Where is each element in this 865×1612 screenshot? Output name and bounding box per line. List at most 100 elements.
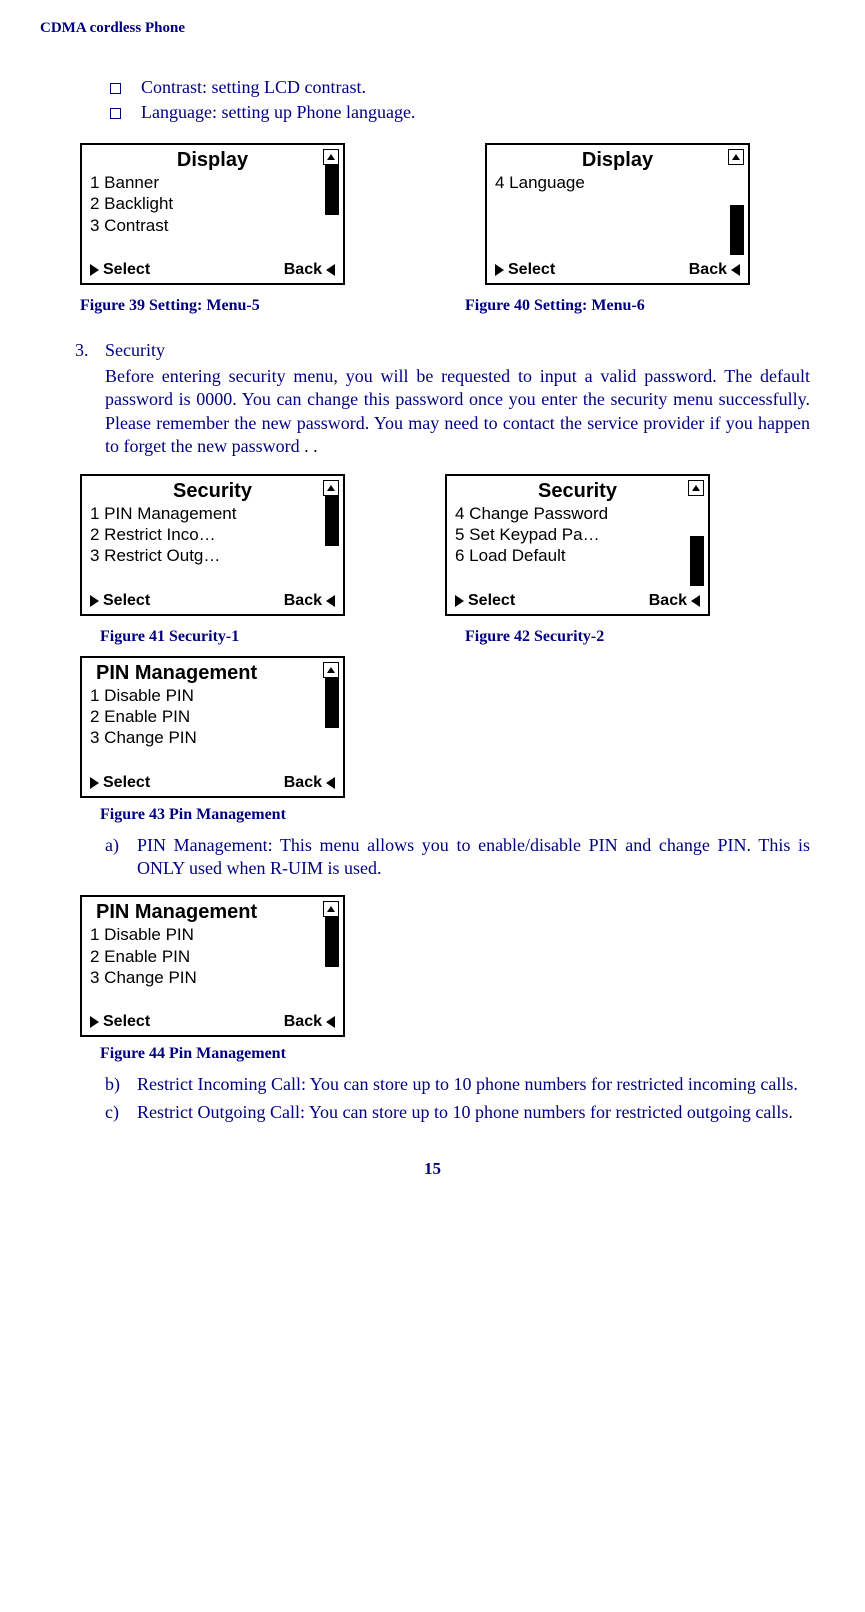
lcd-screen: PIN Management 1 Disable PIN 2 Enable PI… — [80, 895, 345, 1037]
bullet-list: Contrast: setting LCD contrast. Language… — [110, 77, 825, 123]
softkey-back: Back — [284, 592, 322, 610]
scroll-thumb — [730, 205, 744, 255]
lcd-line: 1 Banner — [90, 172, 335, 193]
bullet-item-contrast: Contrast: setting LCD contrast. — [110, 77, 825, 98]
softkey-back: Back — [649, 592, 687, 610]
lcd-title: Display — [495, 149, 740, 172]
softkey-select: Select — [103, 261, 150, 279]
lcd-footer: Select Back — [90, 592, 335, 610]
triangle-left-icon — [326, 1016, 335, 1028]
figure-caption: Figure 44 Pin Management — [100, 1045, 825, 1063]
scroll-up-icon — [323, 149, 339, 165]
bullet-text: Language: setting up Phone language. — [141, 102, 415, 123]
lcd-box-display-2: Display 4 Language Select Back — [485, 143, 750, 285]
square-bullet-icon — [110, 108, 121, 119]
lcd-row-display: Display 1 Banner 2 Backlight 3 Contrast … — [80, 143, 825, 285]
lcd-line: 3 Change PIN — [90, 727, 335, 748]
triangle-left-icon — [731, 264, 740, 276]
lcd-screen: Display 4 Language Select Back — [485, 143, 750, 285]
lcd-title: PIN Management — [96, 901, 335, 924]
softkey-back: Back — [284, 261, 322, 279]
letter-label: c) — [105, 1101, 137, 1124]
lcd-line: 1 PIN Management — [90, 503, 335, 524]
page-number: 15 — [40, 1159, 825, 1179]
triangle-right-icon — [90, 264, 99, 276]
scroll-thumb — [325, 496, 339, 546]
scroll-up-icon — [323, 901, 339, 917]
lcd-line: 2 Enable PIN — [90, 706, 335, 727]
softkey-select: Select — [468, 592, 515, 610]
lcd-row-security: Security 1 PIN Management 2 Restrict Inc… — [80, 474, 825, 616]
triangle-left-icon — [326, 264, 335, 276]
triangle-left-icon — [691, 595, 700, 607]
softkey-back: Back — [284, 774, 322, 792]
scroll-up-icon — [323, 480, 339, 496]
triangle-left-icon — [326, 777, 335, 789]
lcd-box-security-1: Security 1 PIN Management 2 Restrict Inc… — [80, 474, 345, 616]
lcd-line: 3 Contrast — [90, 215, 335, 236]
figure-caption: Figure 39 Setting: Menu-5 — [80, 297, 345, 315]
figure-caption: Figure 42 Security-2 — [465, 628, 604, 646]
lcd-title: Security — [455, 480, 700, 503]
lcd-line: 5 Set Keypad Pa… — [455, 524, 700, 545]
bullet-item-language: Language: setting up Phone language. — [110, 102, 825, 123]
lcd-box-pin-1: PIN Management 1 Disable PIN 2 Enable PI… — [80, 656, 345, 798]
square-bullet-icon — [110, 83, 121, 94]
triangle-right-icon — [455, 595, 464, 607]
lcd-line: 2 Restrict Inco… — [90, 524, 335, 545]
lcd-screen: Security 4 Change Password 5 Set Keypad … — [445, 474, 710, 616]
lcd-line: 3 Restrict Outg… — [90, 545, 335, 566]
lcd-box-security-2: Security 4 Change Password 5 Set Keypad … — [445, 474, 710, 616]
caption-row: Figure 39 Setting: Menu-5 Figure 40 Sett… — [80, 297, 825, 315]
lcd-line: 4 Language — [495, 172, 740, 193]
scroll-up-icon — [688, 480, 704, 496]
scroll-up-icon — [728, 149, 744, 165]
triangle-right-icon — [90, 595, 99, 607]
lcd-footer: Select Back — [90, 1013, 335, 1031]
letter-label: b) — [105, 1073, 137, 1096]
lcd-line: 2 Backlight — [90, 193, 335, 214]
section-title: Security — [105, 340, 825, 361]
caption-row: Figure 41 Security-1 Figure 42 Security-… — [100, 628, 825, 646]
lcd-screen: PIN Management 1 Disable PIN 2 Enable PI… — [80, 656, 345, 798]
lettered-item-b: b) Restrict Incoming Call: You can store… — [105, 1073, 810, 1096]
lcd-title: Security — [90, 480, 335, 503]
lcd-line: 1 Disable PIN — [90, 685, 335, 706]
triangle-right-icon — [90, 1016, 99, 1028]
lcd-title: Display — [90, 149, 335, 172]
softkey-back: Back — [689, 261, 727, 279]
lcd-row-pin-2: PIN Management 1 Disable PIN 2 Enable PI… — [80, 895, 825, 1037]
triangle-left-icon — [326, 595, 335, 607]
lcd-title: PIN Management — [96, 662, 335, 685]
lcd-line: 2 Enable PIN — [90, 946, 335, 967]
lcd-screen: Security 1 PIN Management 2 Restrict Inc… — [80, 474, 345, 616]
lettered-item-a: a) PIN Management: This menu allows you … — [105, 834, 810, 881]
lcd-screen: Display 1 Banner 2 Backlight 3 Contrast … — [80, 143, 345, 285]
section-number: 3. — [75, 340, 105, 361]
softkey-select: Select — [103, 592, 150, 610]
lcd-footer: Select Back — [455, 592, 700, 610]
lcd-box-pin-2: PIN Management 1 Disable PIN 2 Enable PI… — [80, 895, 345, 1037]
scroll-thumb — [690, 536, 704, 586]
letter-label: a) — [105, 834, 137, 881]
lcd-line: 3 Change PIN — [90, 967, 335, 988]
numbered-section-3: 3. Security — [75, 340, 825, 361]
letter-text: PIN Management: This menu allows you to … — [137, 834, 810, 881]
figure-caption: Figure 41 Security-1 — [100, 628, 365, 646]
lcd-box-display-1: Display 1 Banner 2 Backlight 3 Contrast … — [80, 143, 345, 285]
bullet-text: Contrast: setting LCD contrast. — [141, 77, 366, 98]
lettered-item-c: c) Restrict Outgoing Call: You can store… — [105, 1101, 810, 1124]
lcd-footer: Select Back — [90, 774, 335, 792]
softkey-select: Select — [103, 774, 150, 792]
softkey-select: Select — [103, 1013, 150, 1031]
document-header: CDMA cordless Phone — [40, 20, 825, 37]
lcd-line: 4 Change Password — [455, 503, 700, 524]
triangle-right-icon — [495, 264, 504, 276]
section-body: Before entering security menu, you will … — [105, 365, 810, 459]
scroll-thumb — [325, 165, 339, 215]
lcd-footer: Select Back — [90, 261, 335, 279]
softkey-select: Select — [508, 261, 555, 279]
scroll-up-icon — [323, 662, 339, 678]
softkey-back: Back — [284, 1013, 322, 1031]
scroll-thumb — [325, 678, 339, 728]
